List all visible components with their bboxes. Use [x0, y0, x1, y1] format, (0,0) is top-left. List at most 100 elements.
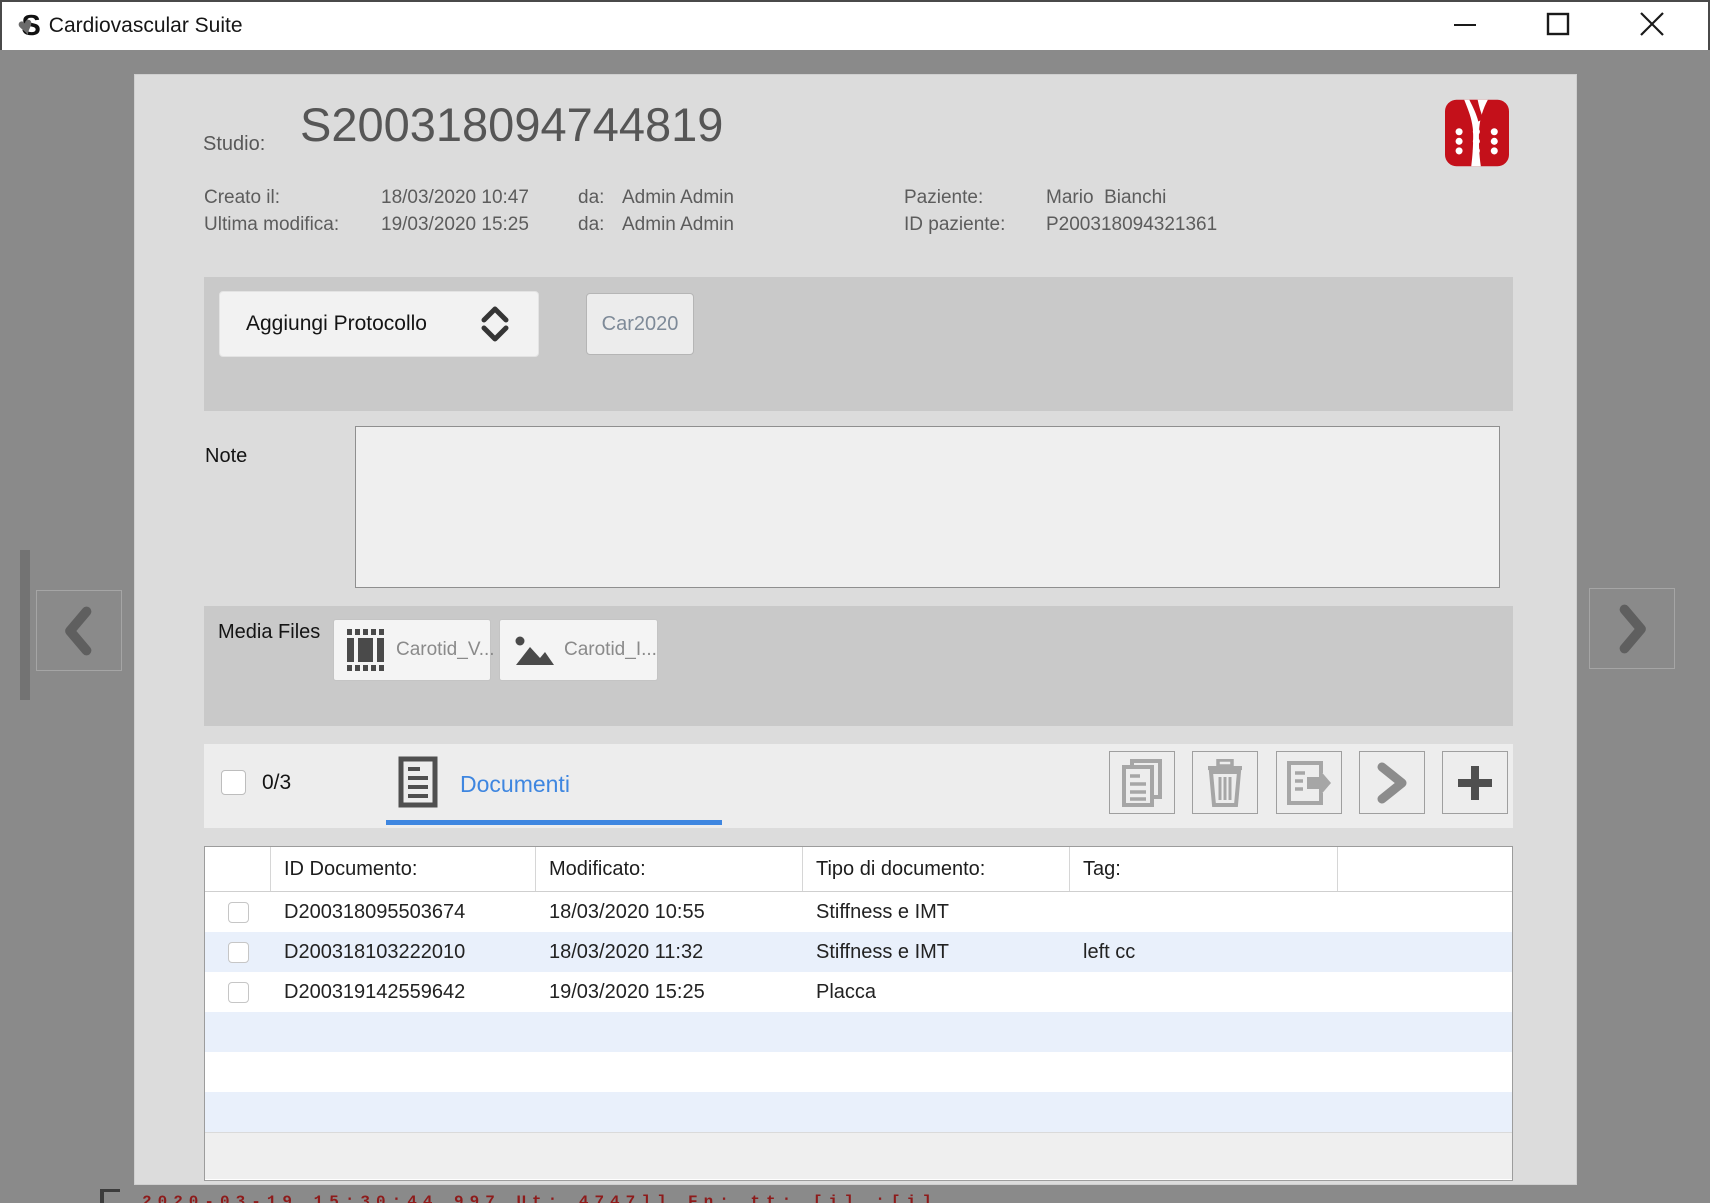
column-header-spacer	[1338, 847, 1512, 891]
row-checkbox-cell	[205, 932, 271, 972]
minimize-icon	[1452, 11, 1478, 37]
background-console-mark	[100, 1189, 120, 1203]
checkbox-column-header	[205, 847, 271, 891]
select-all-checkbox[interactable]	[221, 770, 246, 795]
add-protocol-dropdown[interactable]: Aggiungi Protocollo	[219, 291, 539, 357]
created-by-label: da:	[578, 187, 604, 209]
patient-id-label: ID paziente:	[904, 214, 1005, 236]
spacer-cell	[1338, 1052, 1512, 1092]
column-header-modified: Modificato:	[536, 847, 803, 891]
row-checkbox-cell	[205, 1012, 271, 1052]
row-checkbox[interactable]	[228, 902, 249, 923]
doc-id-cell	[271, 1052, 536, 1092]
column-header-tag: Tag:	[1070, 847, 1338, 891]
table-row[interactable]: D20031810322201018/03/2020 11:32Stiffnes…	[205, 932, 1512, 972]
modified-cell: 18/03/2020 11:32	[536, 932, 803, 972]
row-checkbox[interactable]	[228, 982, 249, 1003]
modified-cell	[536, 1052, 803, 1092]
documents-table-body: D20031809550367418/03/2020 10:55Stiffnes…	[205, 892, 1512, 1132]
tag-cell	[1070, 1052, 1338, 1092]
note-input[interactable]	[355, 426, 1500, 588]
table-row[interactable]: D20031914255964219/03/2020 15:25Placca	[205, 972, 1512, 1012]
add-protocol-dropdown-label: Aggiungi Protocollo	[220, 312, 478, 336]
patient-id-value: P200318094321361	[1046, 214, 1217, 236]
spacer-cell	[1338, 1092, 1512, 1132]
modified-cell	[536, 1012, 803, 1052]
export-icon	[1285, 759, 1333, 807]
spacer-cell	[1338, 932, 1512, 972]
modified-value: 19/03/2020 15:25	[381, 214, 529, 236]
window-title: Cardiovascular Suite	[49, 14, 243, 38]
media-file-video-button[interactable]: Carotid_V...	[333, 619, 491, 681]
column-header-id: ID Documento:	[271, 847, 536, 891]
film-icon	[346, 629, 386, 671]
patient-label: Paziente:	[904, 187, 983, 209]
modified-by-label: da:	[578, 214, 604, 236]
copy-document-button[interactable]	[1109, 751, 1175, 814]
tab-documenti[interactable]: Documenti	[386, 744, 722, 828]
close-icon	[1638, 10, 1666, 38]
study-id: S200318094744819	[300, 97, 723, 152]
spacer-cell	[1338, 892, 1512, 932]
type-cell: Stiffness e IMT	[803, 892, 1070, 932]
minimize-button[interactable]	[1434, 0, 1496, 48]
type-cell	[803, 1012, 1070, 1052]
tag-cell	[1070, 1012, 1338, 1052]
row-checkbox-cell	[205, 1052, 271, 1092]
row-checkbox-cell	[205, 1092, 271, 1132]
studio-label: Studio:	[203, 133, 265, 156]
dropdown-updown-icon	[478, 306, 512, 342]
document-icon	[398, 756, 438, 808]
column-header-type: Tipo di documento:	[803, 847, 1070, 891]
add-document-button[interactable]	[1442, 751, 1508, 814]
doc-id-cell	[271, 1012, 536, 1052]
tab-documenti-label: Documenti	[460, 771, 570, 798]
open-document-button[interactable]	[1359, 751, 1425, 814]
media-file-image-label: Carotid_I...	[564, 639, 657, 661]
protocol-chip-car2020[interactable]: Car2020	[586, 293, 694, 355]
media-files-section: Media Files Carotid_V...	[204, 606, 1513, 726]
modified-label: Ultima modifica:	[204, 214, 339, 236]
chevron-left-icon	[49, 601, 109, 661]
table-row	[205, 1052, 1512, 1092]
documents-toolbar: 0/3 Documenti	[204, 744, 1513, 828]
active-tab-indicator	[386, 820, 722, 825]
media-file-video-label: Carotid_V...	[396, 639, 495, 661]
tag-cell	[1070, 1092, 1338, 1132]
spacer-cell	[1338, 972, 1512, 1012]
modified-cell: 18/03/2020 10:55	[536, 892, 803, 932]
next-study-button[interactable]	[1589, 588, 1675, 669]
app-logo-icon: ♥ S	[18, 10, 41, 43]
doc-id-cell: D200318095503674	[271, 892, 536, 932]
table-row	[205, 1012, 1512, 1052]
note-label: Note	[205, 445, 247, 468]
tag-cell	[1070, 972, 1338, 1012]
documents-table-header: ID Documento: Modificato: Tipo di docume…	[205, 847, 1512, 892]
media-files-label: Media Files	[218, 621, 320, 644]
delete-document-button[interactable]	[1192, 751, 1258, 814]
tag-cell: left cc	[1070, 932, 1338, 972]
previous-study-button[interactable]	[36, 590, 122, 671]
background-window-edge	[20, 550, 30, 700]
row-checkbox-cell	[205, 892, 271, 932]
plus-icon	[1454, 762, 1496, 804]
spacer-cell	[1338, 1012, 1512, 1052]
export-document-button[interactable]	[1276, 751, 1342, 814]
modified-cell: 19/03/2020 15:25	[536, 972, 803, 1012]
maximize-button[interactable]	[1527, 0, 1589, 48]
created-label: Creato il:	[204, 187, 280, 209]
type-cell	[803, 1052, 1070, 1092]
row-checkbox-cell	[205, 972, 271, 1012]
close-button[interactable]	[1621, 0, 1683, 48]
image-icon	[512, 633, 554, 667]
media-file-image-button[interactable]: Carotid_I...	[499, 619, 658, 681]
created-value: 18/03/2020 10:47	[381, 187, 529, 209]
chevron-right-icon	[1602, 599, 1662, 659]
documents-table-footer	[205, 1132, 1512, 1179]
chevron-right-icon	[1372, 761, 1412, 805]
table-row[interactable]: D20031809550367418/03/2020 10:55Stiffnes…	[205, 892, 1512, 932]
doc-id-cell: D200318103222010	[271, 932, 536, 972]
doc-id-cell: D200319142559642	[271, 972, 536, 1012]
row-checkbox[interactable]	[228, 942, 249, 963]
patient-name: Mario Bianchi	[1046, 187, 1166, 209]
